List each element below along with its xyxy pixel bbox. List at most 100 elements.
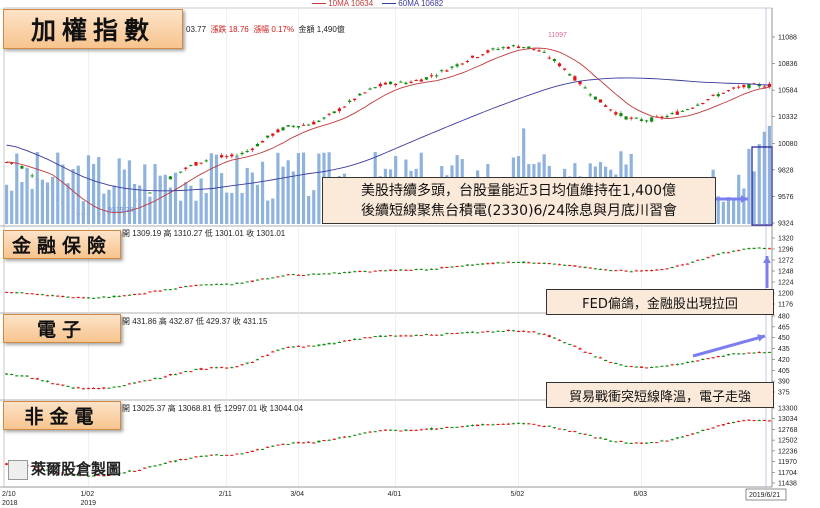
- nonfin-candle: [593, 437, 597, 439]
- electronics-candle: [148, 379, 152, 381]
- electronics-candle: [107, 387, 111, 389]
- volume-bar: [317, 153, 321, 224]
- volume-bar: [179, 200, 183, 224]
- electronics-candle: [61, 384, 65, 386]
- finance-candle: [614, 270, 618, 272]
- volume-bar: [214, 154, 219, 224]
- taiex-candle: [266, 135, 270, 138]
- nonfin-candle: [701, 429, 705, 431]
- taiex-candle: [240, 152, 244, 155]
- nonfin-candle: [132, 470, 137, 472]
- y-tick-label-nonfin: 11970: [778, 459, 797, 466]
- volume-bar: [260, 161, 265, 224]
- nonfin-candle: [373, 431, 377, 433]
- taiex-candle: [148, 192, 152, 194]
- volume-bar: [153, 164, 157, 224]
- volume-bar: [92, 163, 96, 224]
- nonfin-candle: [225, 454, 229, 456]
- taiex-candle: [598, 99, 603, 103]
- nonfin-candle: [312, 442, 316, 444]
- volume-bar: [312, 190, 316, 224]
- electronics-candle: [317, 344, 321, 346]
- nonfin-candle: [568, 430, 572, 432]
- electronics-candle: [383, 335, 388, 337]
- nonfin-candle: [368, 431, 372, 433]
- electronics-candle: [429, 334, 434, 336]
- volume-bar: [189, 185, 193, 224]
- nonfin-candle: [138, 470, 142, 472]
- taiex-candle: [614, 112, 618, 115]
- electronics-candle: [332, 343, 336, 345]
- nonfin-candle: [573, 431, 577, 433]
- finance-candle: [353, 271, 357, 273]
- electronics-candle: [97, 388, 101, 390]
- y-tick-label-electronics: 375: [778, 390, 790, 397]
- volume-bar: [40, 179, 44, 224]
- nonfin-candle: [286, 444, 290, 446]
- taiex-candle: [716, 94, 720, 97]
- finance-candle: [296, 274, 300, 276]
- y-tick-label-finance: 1176: [778, 302, 793, 309]
- finance-candle: [394, 270, 398, 272]
- electronics-candle: [363, 337, 367, 339]
- electronics-candle: [271, 351, 275, 353]
- electronics-candle: [747, 352, 751, 354]
- finance-candle: [194, 284, 198, 286]
- finance-candle: [266, 278, 270, 280]
- electronics-candle: [660, 365, 664, 367]
- finance-candle: [307, 274, 311, 276]
- nonfin-candle: [767, 420, 772, 422]
- nonfin-candle: [563, 429, 567, 431]
- taiex-candle: [532, 48, 536, 50]
- nonfin-candle: [199, 455, 203, 457]
- nonfin-candle: [266, 446, 270, 448]
- finance-candle: [148, 291, 152, 293]
- electronics-candle: [634, 366, 638, 368]
- taiex-candle: [522, 47, 526, 49]
- taiex-candle: [255, 143, 260, 147]
- x-tick-year: 2019: [80, 500, 96, 507]
- taiex-candle: [737, 86, 741, 88]
- finance-candle: [271, 277, 275, 279]
- taiex-candle: [245, 151, 249, 153]
- nonfin-candle: [220, 454, 224, 456]
- electronics-candle: [486, 331, 490, 333]
- taiex-amount: 金額 1,490億: [298, 25, 345, 34]
- electronics-candle: [240, 364, 244, 366]
- panel-tag-taiex: 加權指數: [3, 9, 183, 49]
- electronics-candle: [460, 332, 464, 334]
- nonfin-candle: [532, 423, 536, 425]
- volume-bar: [56, 152, 60, 224]
- electronics-candle: [378, 335, 382, 337]
- taiex-candle: [260, 141, 265, 143]
- nonfin-candle: [394, 429, 398, 431]
- y-tick-label-electronics: 435: [778, 346, 790, 353]
- electronics-candle: [342, 340, 347, 342]
- electronics-candle: [250, 361, 254, 363]
- electronics-candle: [66, 386, 70, 388]
- taiex-candle: [680, 110, 684, 112]
- x-tick-label: 2/11: [219, 491, 232, 498]
- volume-bar: [281, 166, 285, 224]
- electronics-candle: [368, 337, 372, 339]
- nonfin-candle: [445, 426, 449, 428]
- volume-bar: [66, 183, 70, 224]
- nonfin-candle: [388, 429, 393, 431]
- taiex-candle: [296, 126, 300, 128]
- volume-bar: [158, 175, 162, 224]
- volume-bar: [148, 196, 152, 224]
- electronics-candle: [481, 331, 485, 333]
- volume-bar: [225, 192, 229, 224]
- taiex-info: 03.77 漲跌 18.76 漲幅 0.17% 金額 1,490億: [186, 24, 345, 35]
- finance-candle: [655, 269, 659, 271]
- taiex-candle: [440, 70, 444, 72]
- nonfin-candle: [450, 427, 454, 429]
- taiex-candle: [348, 100, 352, 102]
- volume-bar: [732, 200, 736, 224]
- electronics-candle: [173, 374, 178, 376]
- x-tick-label: 2/10: [2, 491, 16, 498]
- nonfin-candle: [522, 423, 526, 425]
- electronics-candle: [158, 378, 162, 380]
- note-taiex: 美股持續多頭，台股量能近3日均值維持在1,400億 後續短線聚焦台積電(2330…: [322, 177, 716, 224]
- volume-bar: [276, 152, 280, 224]
